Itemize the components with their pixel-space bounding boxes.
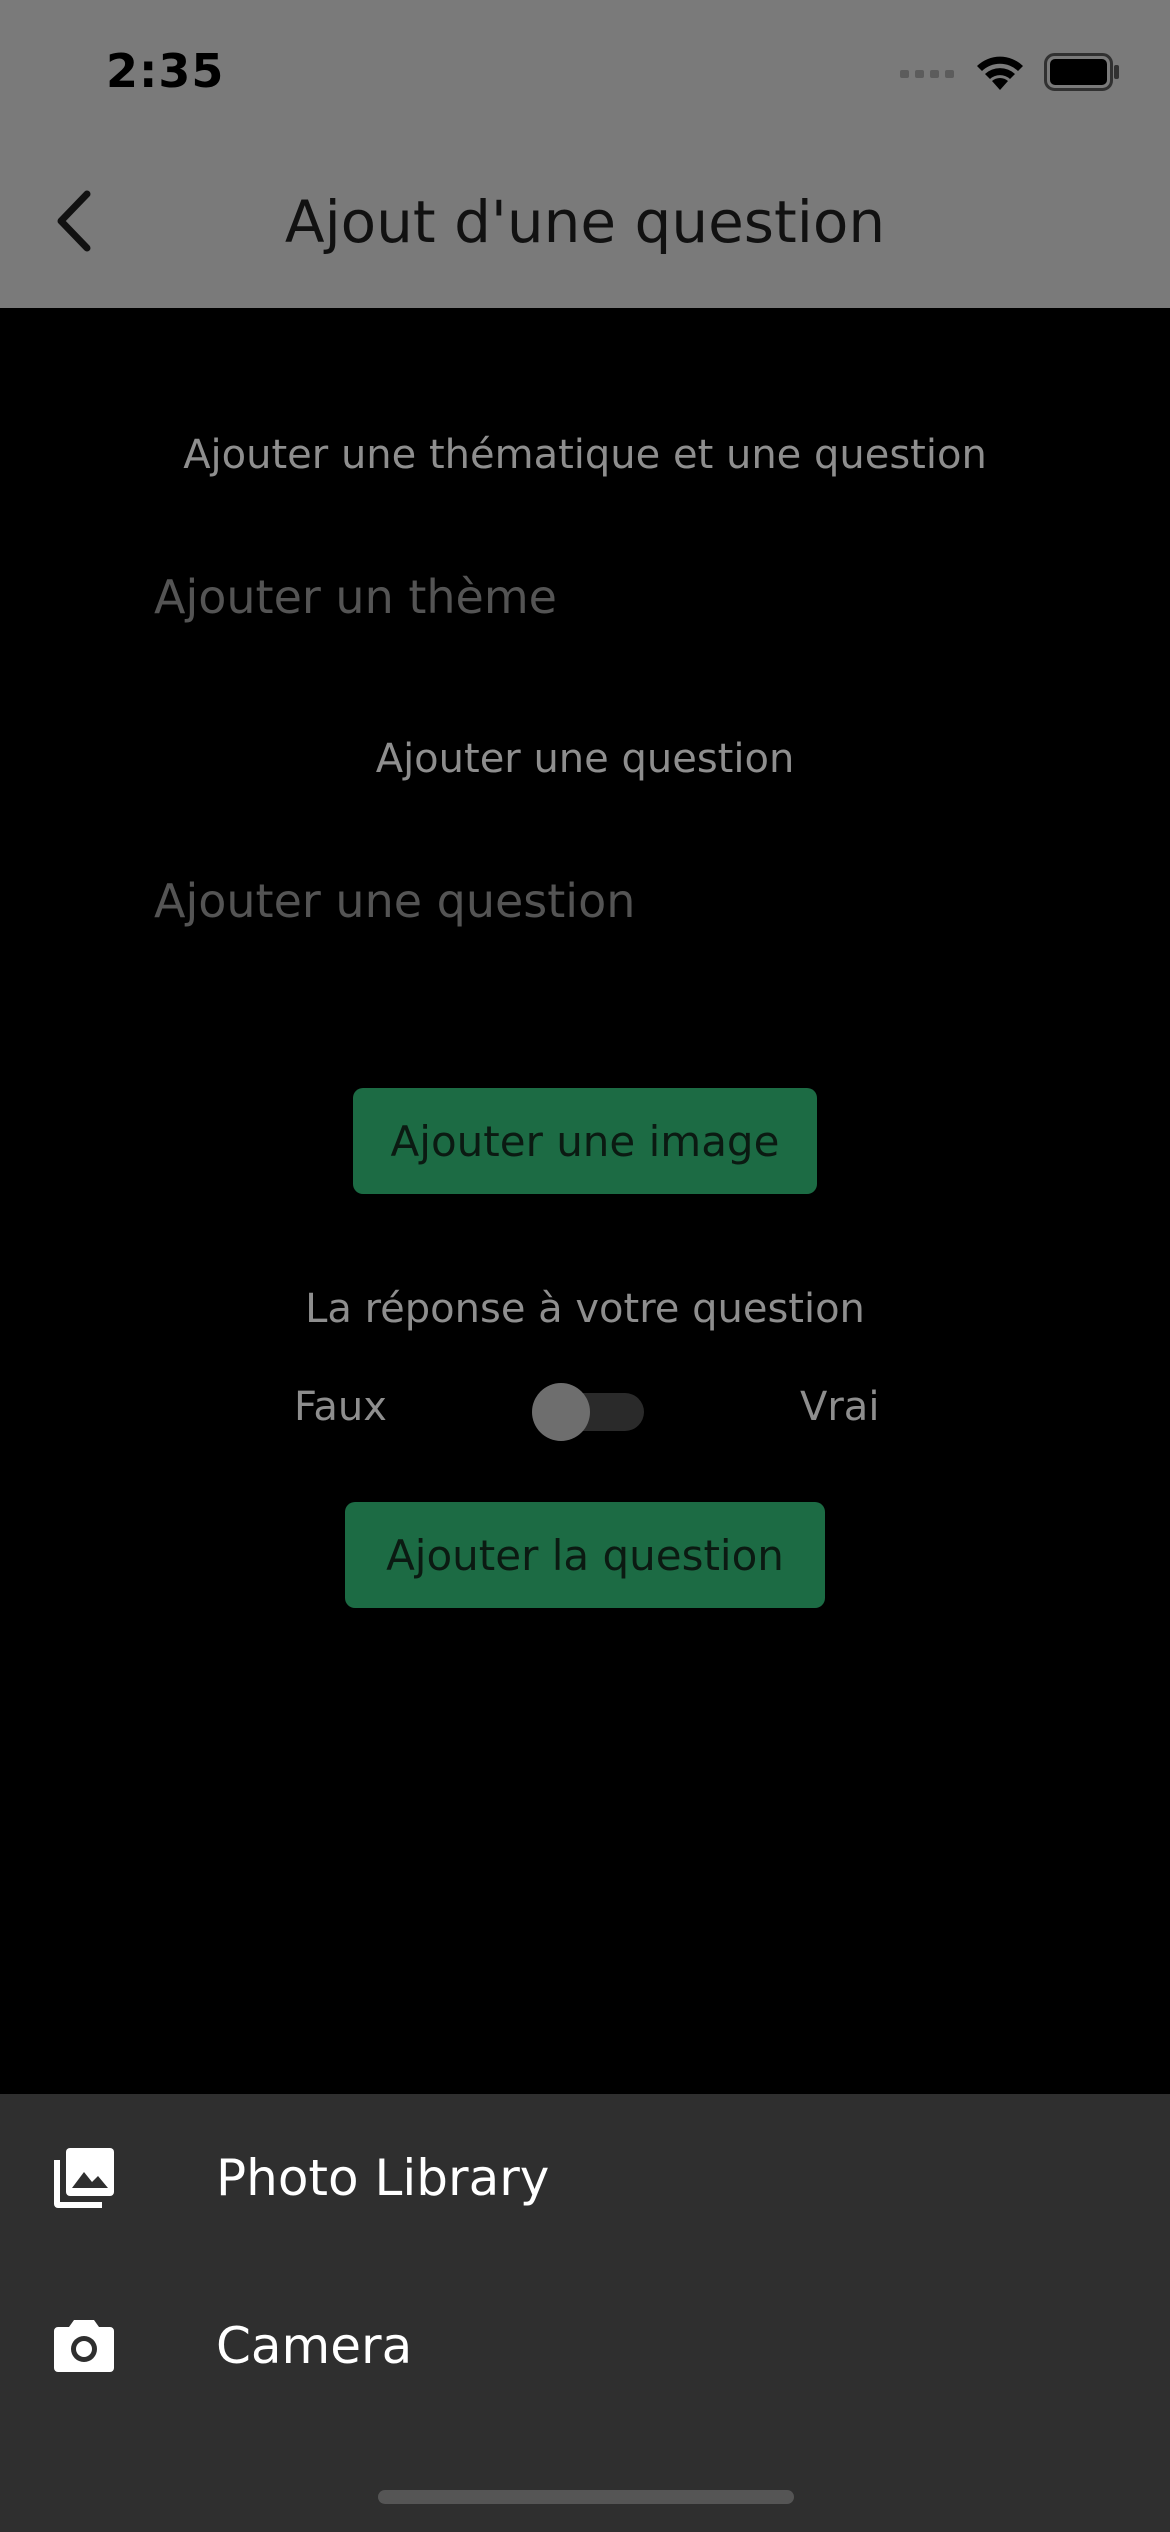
screen: 2:35 Ajout d'une question Ajouter une th… [0, 0, 1170, 2532]
question-input-placeholder: Ajouter une question [154, 874, 636, 928]
sheet-item-label: Camera [216, 2317, 413, 2375]
sheet-item-label: Photo Library [216, 2149, 550, 2207]
status-icons [900, 52, 1120, 96]
question-input[interactable]: Ajouter une question [154, 856, 1014, 946]
app-bar: Ajout d'une question [0, 148, 1170, 308]
wifi-icon [974, 52, 1026, 96]
toggle-false-label: Faux [294, 1384, 387, 1430]
home-indicator [378, 2490, 794, 2504]
page-title: Ajout d'une question [284, 188, 886, 256]
status-bar: 2:35 [0, 0, 1170, 148]
toggle-true-label: Vrai [800, 1384, 880, 1430]
theme-input[interactable]: Ajouter un thème [154, 552, 1014, 642]
sheet-item-photo-library[interactable]: Photo Library [0, 2094, 1170, 2262]
cellular-signal-icon [900, 65, 956, 84]
theme-section-label: Ajouter une thématique et une question [183, 432, 987, 478]
status-time: 2:35 [106, 44, 225, 98]
photo-library-icon [52, 2146, 116, 2210]
submit-question-button[interactable]: Ajouter la question [345, 1502, 825, 1608]
sheet-item-camera[interactable]: Camera [0, 2262, 1170, 2430]
answer-label: La réponse à votre question [305, 1286, 865, 1332]
image-source-sheet: Photo Library Camera [0, 2094, 1170, 2532]
toggle-knob [532, 1383, 590, 1441]
battery-icon [1044, 53, 1120, 95]
add-image-button[interactable]: Ajouter une image [353, 1088, 817, 1194]
question-section-label: Ajouter une question [375, 736, 795, 782]
theme-input-placeholder: Ajouter un thème [154, 570, 557, 624]
answer-toggle[interactable] [532, 1383, 644, 1441]
camera-icon [52, 2314, 116, 2378]
